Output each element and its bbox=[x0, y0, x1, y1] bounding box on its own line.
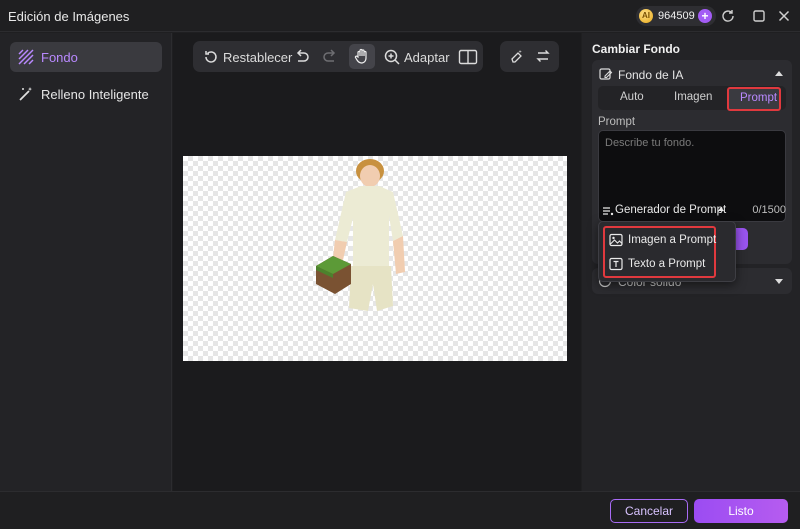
hand-icon bbox=[354, 48, 367, 64]
list-sparkle-icon bbox=[602, 205, 614, 217]
tab-imagen[interactable]: Imagen bbox=[674, 91, 712, 103]
refresh-icon[interactable] bbox=[720, 8, 736, 24]
sidebar-item-relleno-inteligente[interactable]: Relleno Inteligente bbox=[10, 79, 162, 109]
expand-caret-icon bbox=[775, 279, 783, 284]
magic-wand-icon bbox=[17, 85, 35, 103]
canvas-area: Restablecer Adaptar bbox=[173, 33, 581, 491]
caret-up-icon bbox=[718, 207, 724, 211]
tab-prompt[interactable]: Prompt bbox=[727, 87, 781, 111]
prompt-generator-menu: Imagen a Prompt Texto a Prompt bbox=[598, 221, 736, 282]
coin-icon: AI bbox=[639, 9, 653, 23]
redo-icon[interactable] bbox=[321, 48, 339, 66]
credits-badge[interactable]: AI 964509 + bbox=[636, 6, 716, 26]
tool-sidebar: Fondo Relleno Inteligente bbox=[0, 33, 172, 491]
sidebar-item-label: Relleno Inteligente bbox=[41, 87, 149, 102]
edit-image-icon bbox=[599, 67, 613, 81]
tab-prompt-label: Prompt bbox=[740, 92, 778, 104]
background-pattern-icon bbox=[17, 48, 35, 66]
tab-auto[interactable]: Auto bbox=[620, 91, 644, 103]
text-icon bbox=[609, 257, 623, 271]
window-title: Edición de Imágenes bbox=[8, 9, 130, 24]
person-cutout-image bbox=[316, 159, 405, 311]
undo-icon[interactable] bbox=[293, 48, 311, 66]
sidebar-item-fondo[interactable]: Fondo bbox=[10, 42, 162, 72]
panel-title: Cambiar Fondo bbox=[592, 42, 681, 56]
credits-count: 964509 bbox=[658, 10, 695, 22]
menu-item-label: Imagen a Prompt bbox=[628, 234, 717, 246]
collapse-caret-icon bbox=[775, 71, 783, 76]
compare-icon[interactable] bbox=[458, 48, 478, 66]
ai-background-label: Fondo de IA bbox=[618, 68, 684, 82]
add-credits-icon[interactable]: + bbox=[698, 9, 712, 23]
eraser-icon[interactable] bbox=[509, 48, 525, 66]
image-icon bbox=[609, 233, 623, 247]
hand-tool-button[interactable] bbox=[349, 44, 375, 69]
fit-label: Adaptar bbox=[404, 50, 450, 65]
title-bar: Edición de Imágenes AI 964509 + bbox=[0, 0, 800, 32]
prompt-label: Prompt bbox=[598, 116, 636, 128]
canvas-toolbar-secondary bbox=[500, 41, 559, 72]
swap-icon[interactable] bbox=[535, 48, 551, 66]
image-canvas[interactable] bbox=[183, 156, 567, 361]
character-counter: 0/1500 bbox=[752, 204, 786, 216]
dialog-footer: Cancelar Listo bbox=[0, 491, 800, 529]
canvas-toolbar: Restablecer Adaptar bbox=[193, 41, 483, 72]
close-icon[interactable] bbox=[776, 8, 792, 24]
prompt-generator-label: Generador de Prompt bbox=[615, 204, 727, 216]
sidebar-item-label: Fondo bbox=[41, 50, 78, 65]
done-button[interactable]: Listo bbox=[694, 499, 788, 523]
reset-icon bbox=[205, 51, 217, 63]
menu-item-label: Texto a Prompt bbox=[628, 258, 706, 270]
cancel-button[interactable]: Cancelar bbox=[610, 499, 688, 523]
background-mode-tabs: Auto Imagen Prompt bbox=[598, 86, 786, 111]
reset-label: Restablecer bbox=[223, 50, 293, 65]
zoom-icon bbox=[384, 49, 400, 65]
maximize-icon[interactable] bbox=[751, 8, 767, 24]
